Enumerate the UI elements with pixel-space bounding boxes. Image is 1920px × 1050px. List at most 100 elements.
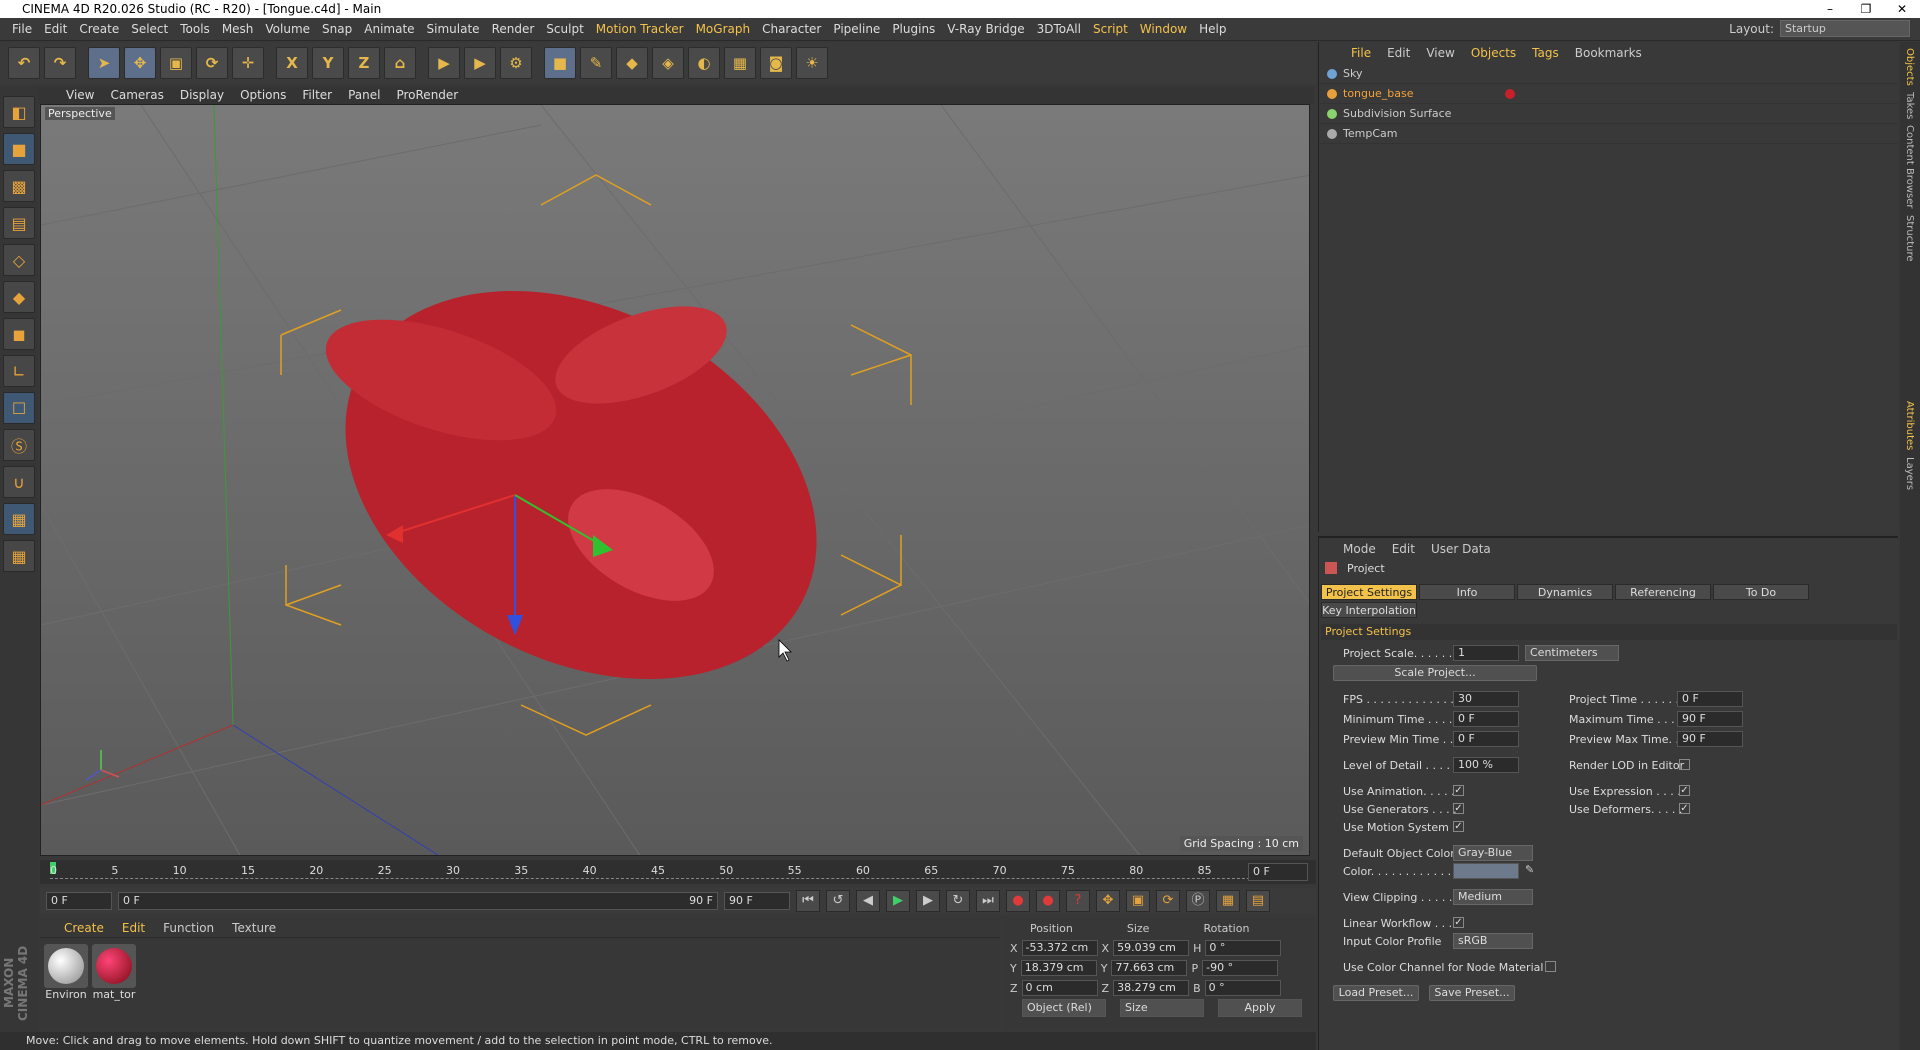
layout-dropdown[interactable]: Startup <box>1780 20 1910 37</box>
timeline-window-icon[interactable]: ▤ <box>1246 890 1270 912</box>
rotation-h-field[interactable]: 0 ° <box>1205 940 1282 956</box>
workplane-icon[interactable]: ▤ <box>3 207 35 239</box>
points-mode-icon[interactable]: ◇ <box>3 244 35 276</box>
current-frame-field[interactable]: 0 F <box>1248 863 1308 881</box>
apply-button[interactable]: Apply <box>1218 999 1302 1017</box>
close-button[interactable]: ✕ <box>1884 0 1920 18</box>
menu-animate[interactable]: Animate <box>358 22 420 36</box>
rotation-b-field[interactable]: 0 ° <box>1204 980 1281 996</box>
coord-size-dropdown[interactable]: Size <box>1120 999 1204 1017</box>
menu-volume[interactable]: Volume <box>259 22 316 36</box>
menu-simulate[interactable]: Simulate <box>421 22 486 36</box>
tab-info[interactable]: Info <box>1419 584 1515 600</box>
deformer-icon[interactable]: ◐ <box>688 47 720 79</box>
viewport-menu-prorender[interactable]: ProRender <box>388 88 466 102</box>
end-frame-field[interactable]: 90 F <box>724 892 790 910</box>
load-preset-button[interactable]: Load Preset... <box>1333 985 1419 1001</box>
tab-takes-vertical[interactable]: Takes <box>1904 92 1915 119</box>
magnet-icon[interactable]: ∪ <box>3 466 35 498</box>
viewport-menu-cameras[interactable]: Cameras <box>102 88 171 102</box>
size-x-field[interactable]: 59.039 cm <box>1113 940 1190 956</box>
material-menu-edit[interactable]: Edit <box>122 921 145 935</box>
camera-icon[interactable]: ◙ <box>760 47 792 79</box>
undo-icon[interactable]: ↶ <box>8 47 40 79</box>
menu-select[interactable]: Select <box>125 22 174 36</box>
record-rotation-icon[interactable]: ⟳ <box>1156 890 1180 912</box>
play-icon[interactable]: ▶ <box>886 890 910 912</box>
cube-object-icon[interactable]: ■ <box>544 47 576 79</box>
tab-dynamics[interactable]: Dynamics <box>1517 584 1613 600</box>
viewport-menu-options[interactable]: Options <box>232 88 294 102</box>
make-editable-icon[interactable]: ◧ <box>3 96 35 128</box>
objects-menu-file[interactable]: File <box>1343 46 1379 60</box>
preview-max-time-field[interactable]: 90 F <box>1677 731 1743 747</box>
material-environ[interactable]: Environ <box>44 944 88 1001</box>
tab-referencing[interactable]: Referencing <box>1615 584 1711 600</box>
attr-menu-edit[interactable]: Edit <box>1392 542 1415 556</box>
object-row-sky[interactable]: Sky <box>1319 64 1898 84</box>
project-scale-field[interactable]: 1 <box>1453 645 1519 661</box>
render-lod-checkbox[interactable] <box>1679 759 1690 770</box>
material-menu-texture[interactable]: Texture <box>232 921 276 935</box>
snap-icon[interactable]: Ⓢ <box>3 429 35 461</box>
menu-3dtoall[interactable]: 3DToAll <box>1031 22 1087 36</box>
node-material-checkbox[interactable] <box>1545 961 1556 972</box>
use-motion-system-checkbox[interactable]: ✓ <box>1453 821 1464 832</box>
pen-spline-icon[interactable]: ✎ <box>580 47 612 79</box>
autokey-icon[interactable]: ● <box>1036 890 1060 912</box>
tab-project-settings[interactable]: Project Settings <box>1321 584 1417 600</box>
position-z-field[interactable]: 0 cm <box>1021 980 1098 996</box>
array-icon[interactable]: ◈ <box>652 47 684 79</box>
viewport-menu-panel[interactable]: Panel <box>340 88 388 102</box>
menu-vray-bridge[interactable]: V-Ray Bridge <box>941 22 1030 36</box>
y-axis-lock-icon[interactable]: Y <box>312 47 344 79</box>
linear-workflow-checkbox[interactable]: ✓ <box>1453 917 1464 928</box>
select-tool-icon[interactable]: ➤ <box>88 47 120 79</box>
object-row-tempcam[interactable]: TempCam <box>1319 124 1898 144</box>
previous-frame-icon[interactable]: ◀ <box>856 890 880 912</box>
menu-edit[interactable]: Edit <box>38 22 73 36</box>
viewport-menu-display[interactable]: Display <box>172 88 232 102</box>
menu-snap[interactable]: Snap <box>316 22 358 36</box>
redo-icon[interactable]: ↷ <box>44 47 76 79</box>
transform-tool-icon[interactable]: ✛ <box>232 47 264 79</box>
use-expression-checkbox[interactable]: ✓ <box>1679 785 1690 796</box>
tongue-model[interactable] <box>278 213 884 757</box>
scale-tool-icon[interactable]: ▣ <box>160 47 192 79</box>
minimum-time-field[interactable]: 0 F <box>1453 711 1519 727</box>
keyframe-selection-icon[interactable]: ? <box>1066 890 1090 912</box>
default-object-color-dropdown[interactable]: Gray-Blue <box>1453 845 1533 861</box>
project-time-field[interactable]: 0 F <box>1677 691 1743 707</box>
size-z-field[interactable]: 38.279 cm <box>1113 980 1190 996</box>
polygons-mode-icon[interactable]: ◼ <box>3 318 35 350</box>
menu-window[interactable]: Window <box>1134 22 1193 36</box>
coordinate-system-icon[interactable]: ⌂ <box>384 47 416 79</box>
rotate-tool-icon[interactable]: ⟳ <box>196 47 228 79</box>
menu-character[interactable]: Character <box>756 22 827 36</box>
object-row-tongue-base[interactable]: tongue_base <box>1319 84 1898 104</box>
level-of-detail-field[interactable]: 100 % <box>1453 757 1519 773</box>
fps-field[interactable]: 30 <box>1453 691 1519 707</box>
maximum-time-field[interactable]: 90 F <box>1677 711 1743 727</box>
material-menu-function[interactable]: Function <box>163 921 214 935</box>
preview-range-slider[interactable]: 0 F 90 F <box>118 892 718 910</box>
x-axis-lock-icon[interactable]: X <box>276 47 308 79</box>
render-picture-viewer-icon[interactable]: ▶ <box>464 47 496 79</box>
menu-tools[interactable]: Tools <box>174 22 216 36</box>
menu-script[interactable]: Script <box>1087 22 1134 36</box>
grid-icon[interactable]: ▦ <box>3 540 35 572</box>
edges-mode-icon[interactable]: ◆ <box>3 281 35 313</box>
render-view-icon[interactable]: ▶ <box>428 47 460 79</box>
material-tag-icon[interactable] <box>1505 88 1515 99</box>
tab-structure-vertical[interactable]: Structure <box>1904 215 1915 262</box>
subdivision-icon[interactable]: ◆ <box>616 47 648 79</box>
record-pla-icon[interactable]: ▦ <box>1216 890 1240 912</box>
model-mode-icon[interactable]: ■ <box>3 133 35 165</box>
record-scale-icon[interactable]: ▣ <box>1126 890 1150 912</box>
perspective-viewport[interactable]: Perspective Grid Spacing : 10 cm <box>40 104 1310 856</box>
minimize-button[interactable]: – <box>1812 0 1848 18</box>
project-scale-unit-dropdown[interactable]: Centimeters <box>1525 645 1619 661</box>
attr-menu-user-data[interactable]: User Data <box>1431 542 1491 556</box>
tweak-mode-icon[interactable]: ☐ <box>3 392 35 424</box>
objects-menu-tags[interactable]: Tags <box>1524 46 1567 60</box>
